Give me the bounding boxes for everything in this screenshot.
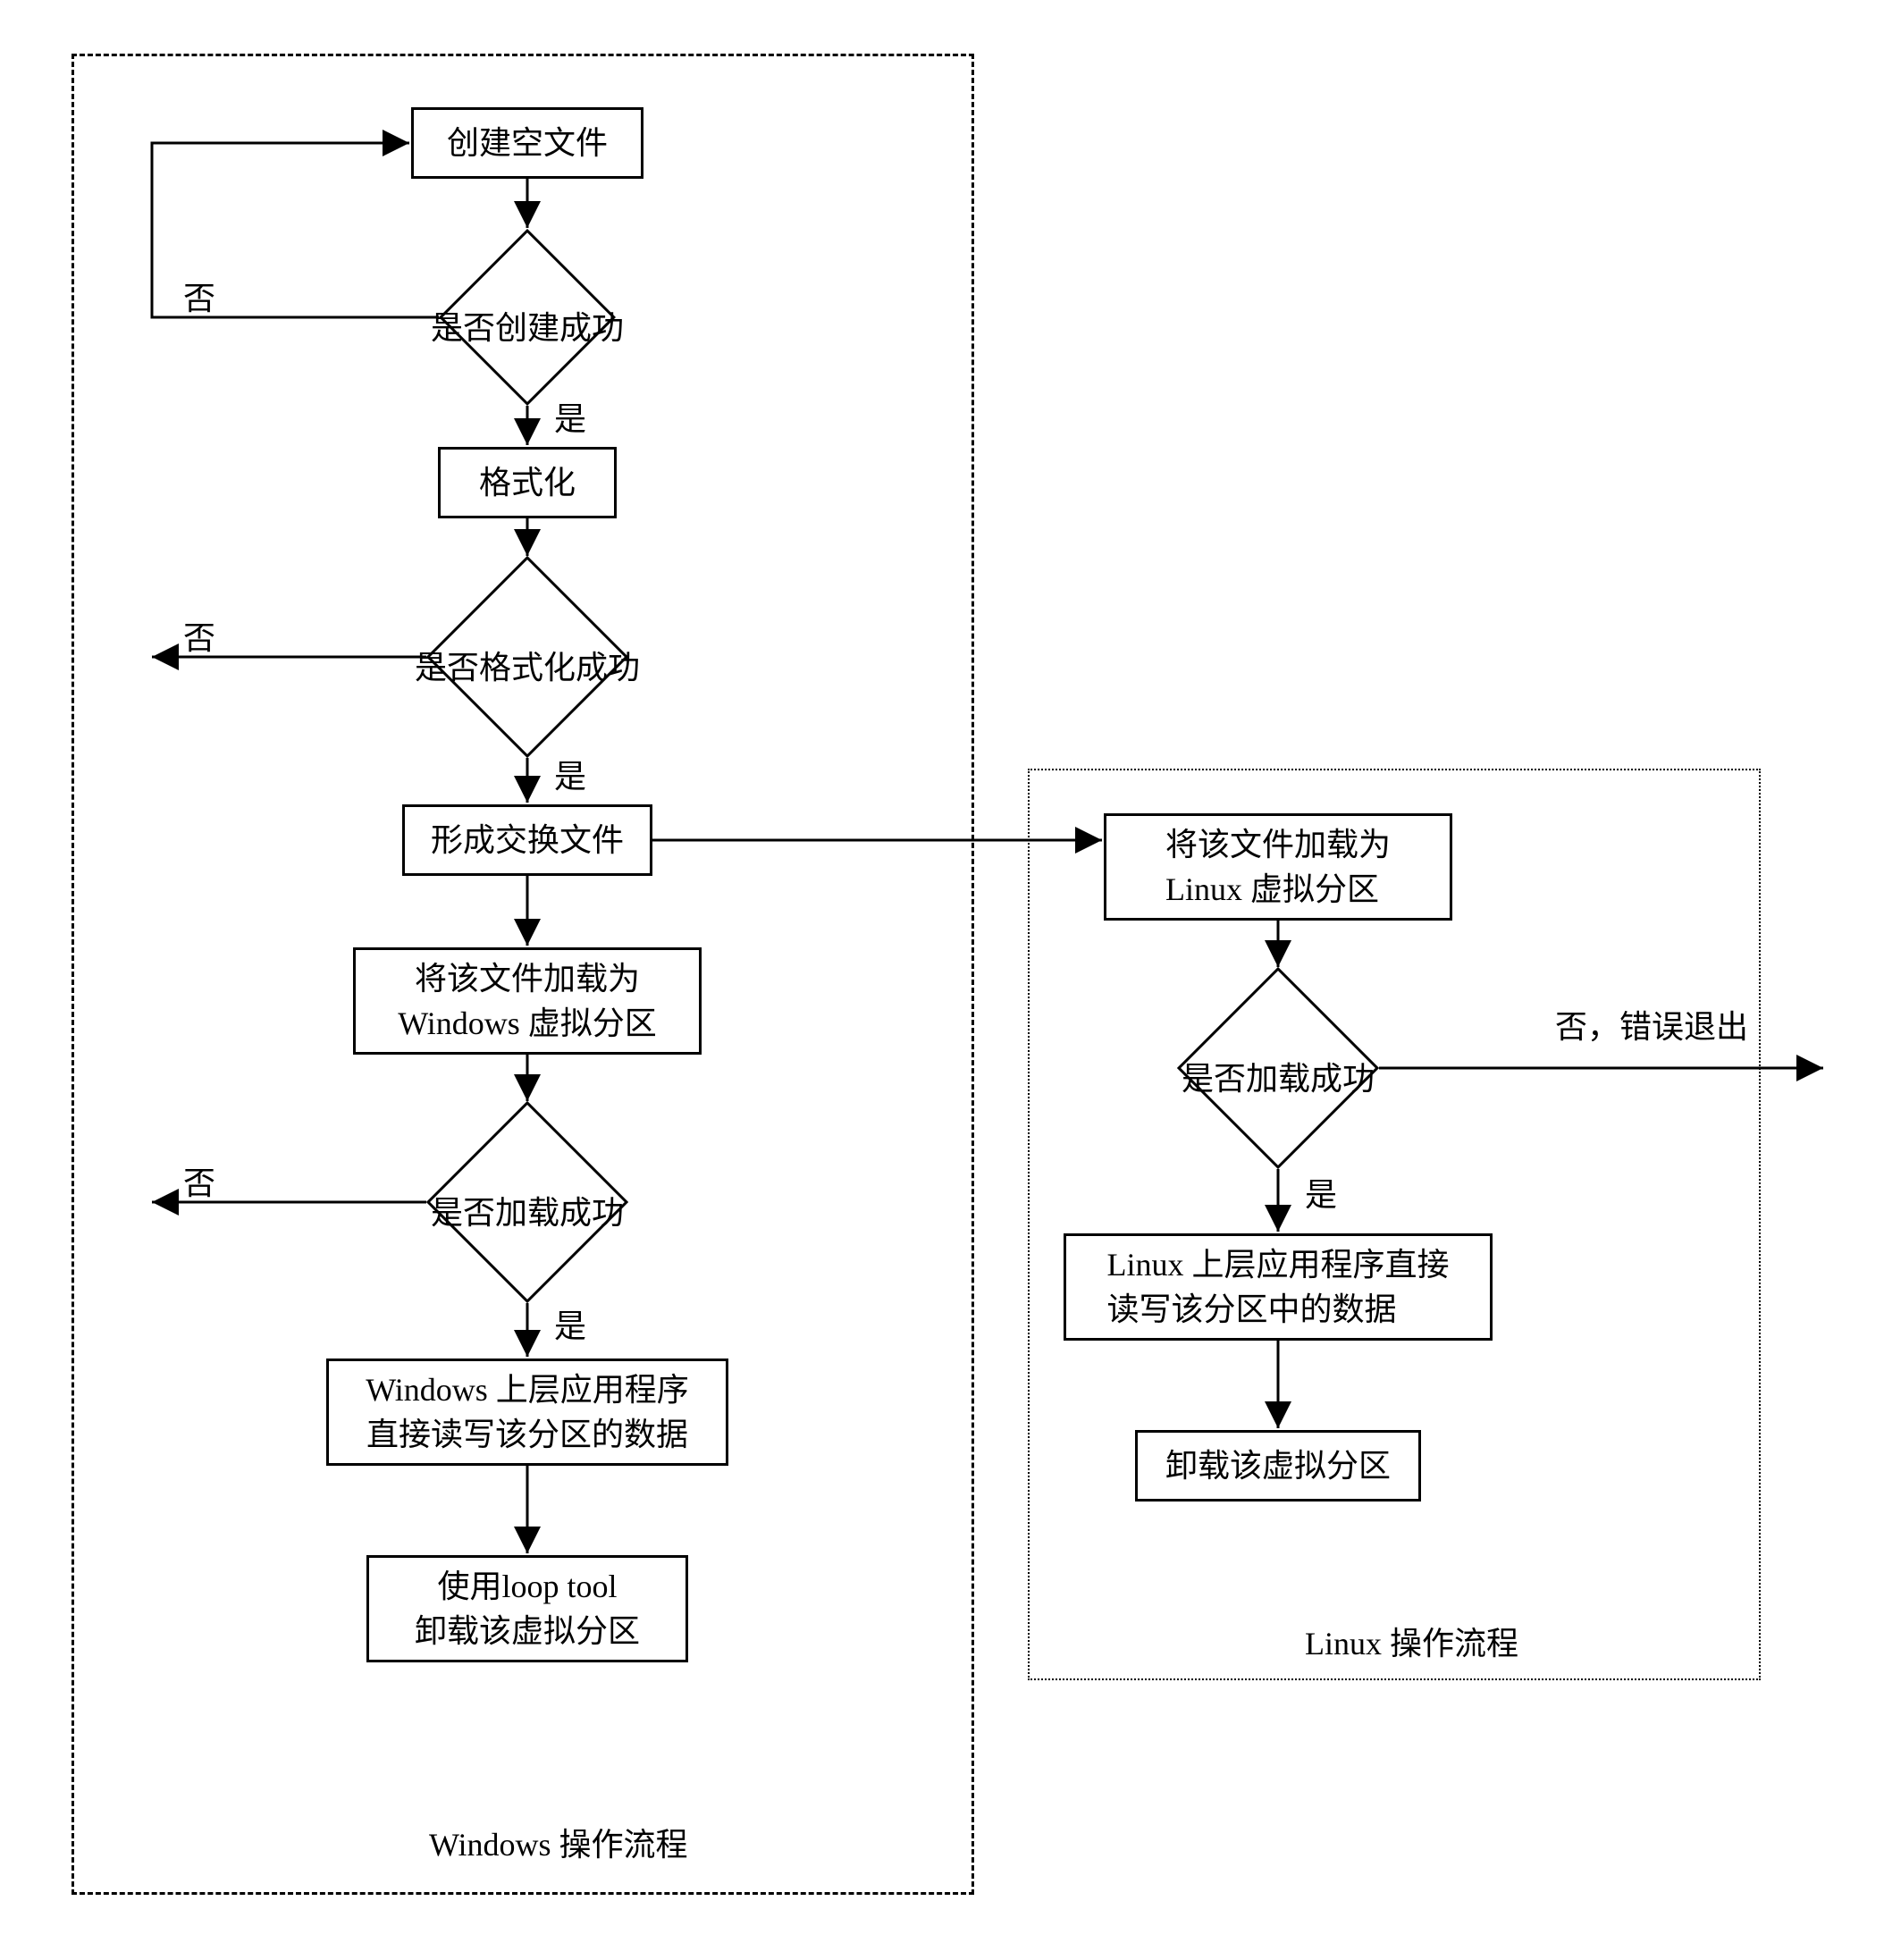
arrows-layer [36,36,1848,1924]
flowchart-canvas: Windows 操作流程 Linux 操作流程 创建空文件 是否创建成功 格式化… [36,36,1848,1924]
